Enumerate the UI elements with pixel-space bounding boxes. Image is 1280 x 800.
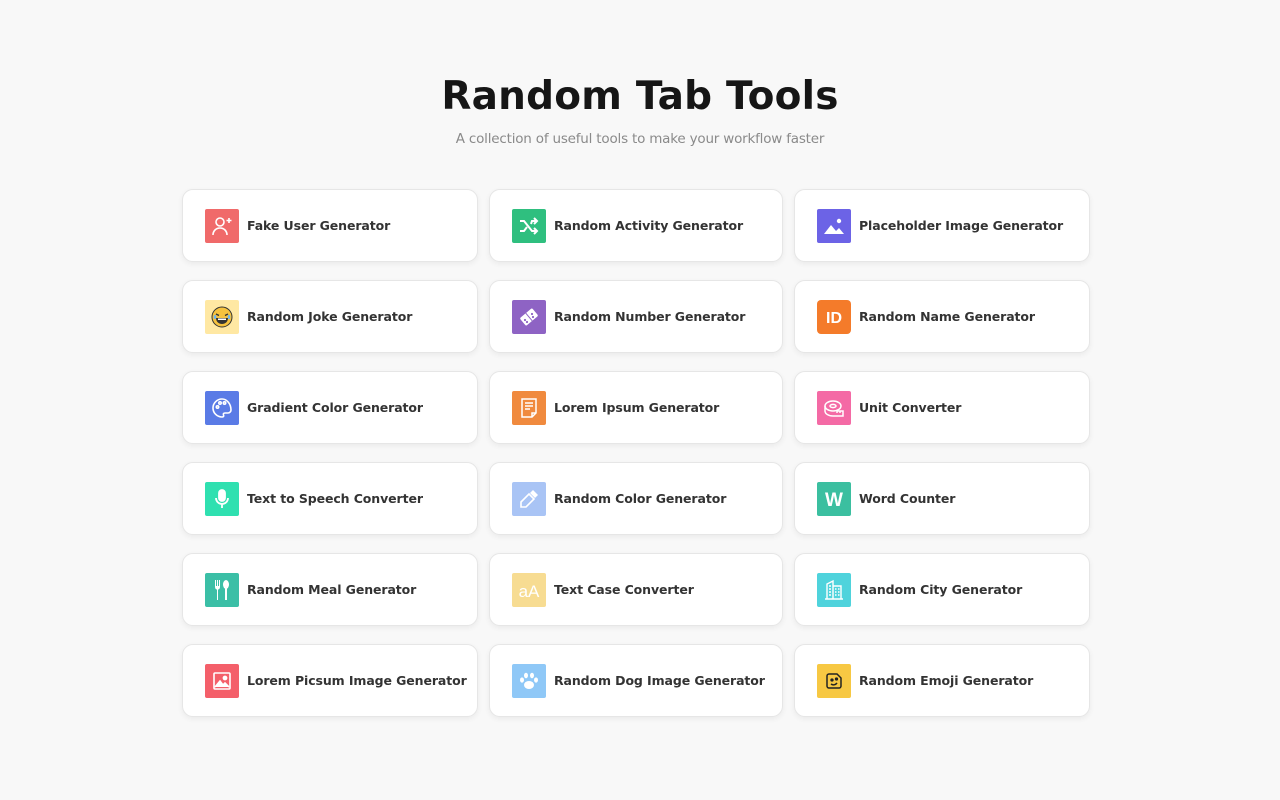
eyedropper-icon [512,481,546,516]
tool-label: Placeholder Image Generator [859,218,1064,233]
tool-card-lorem-picsum-image-generator[interactable]: Lorem Picsum Image Generator [182,644,478,717]
tool-label: Random Color Generator [554,491,727,506]
tools-grid: Fake User Generator Random Activity Gene… [182,189,1090,717]
letter-w-icon: W [817,481,851,516]
tool-card-word-counter[interactable]: W Word Counter [794,462,1090,535]
page: Random Tab Tools A collection of useful … [0,0,1280,800]
tool-card-text-to-speech-converter[interactable]: Text to Speech Converter [182,462,478,535]
tool-card-random-dog-image-generator[interactable]: Random Dog Image Generator [489,644,783,717]
tool-card-random-city-generator[interactable]: Random City Generator [794,553,1090,626]
fork-spoon-icon [205,572,239,607]
document-icon [512,390,546,425]
shuffle-icon [512,208,546,243]
tool-card-random-name-generator[interactable]: ID Random Name Generator [794,280,1090,353]
tool-label: Random Meal Generator [247,582,417,597]
svg-text:ID: ID [826,310,842,327]
building-icon [817,572,851,607]
paw-icon [512,663,546,698]
tool-card-random-meal-generator[interactable]: Random Meal Generator [182,553,478,626]
emoji-icon [817,663,851,698]
tool-label: Random Joke Generator [247,309,413,324]
tool-label: Lorem Ipsum Generator [554,400,720,415]
tool-label: Random Dog Image Generator [554,673,765,688]
tool-card-lorem-ipsum-generator[interactable]: Lorem Ipsum Generator [489,371,783,444]
tool-label: Text Case Converter [554,582,694,597]
tool-card-random-joke-generator[interactable]: Random Joke Generator [182,280,478,353]
svg-text:aA: aA [519,582,540,601]
add-user-icon [205,208,239,243]
tool-label: Lorem Picsum Image Generator [247,673,467,688]
tool-card-fake-user-generator[interactable]: Fake User Generator [182,189,478,262]
tool-card-random-emoji-generator[interactable]: Random Emoji Generator [794,644,1090,717]
picture-icon [205,663,239,698]
tool-label: Word Counter [859,491,956,506]
tool-card-random-color-generator[interactable]: Random Color Generator [489,462,783,535]
tool-label: Random Name Generator [859,309,1035,324]
laughing-emoji-icon [205,299,239,334]
tool-label: Gradient Color Generator [247,400,423,415]
tool-card-gradient-color-generator[interactable]: Gradient Color Generator [182,371,478,444]
microphone-icon [205,481,239,516]
dice-icon [512,299,546,334]
tool-card-placeholder-image-generator[interactable]: Placeholder Image Generator [794,189,1090,262]
tool-label: Random City Generator [859,582,1023,597]
text-case-icon: aA [512,572,546,607]
tool-label: Random Activity Generator [554,218,744,233]
tool-card-random-number-generator[interactable]: Random Number Generator [489,280,783,353]
tool-label: Fake User Generator [247,218,391,233]
tool-label: Text to Speech Converter [247,491,423,506]
page-subtitle: A collection of useful tools to make you… [455,131,825,147]
image-icon [817,208,851,243]
tool-label: Unit Converter [859,400,962,415]
tool-label: Random Number Generator [554,309,746,324]
id-icon: ID [817,299,851,334]
tool-card-unit-converter[interactable]: Unit Converter [794,371,1090,444]
tape-measure-icon [817,390,851,425]
page-title: Random Tab Tools [441,74,839,119]
tool-card-random-activity-generator[interactable]: Random Activity Generator [489,189,783,262]
tool-label: Random Emoji Generator [859,673,1034,688]
svg-text:W: W [825,490,843,511]
palette-icon [205,390,239,425]
tool-card-text-case-converter[interactable]: aA Text Case Converter [489,553,783,626]
